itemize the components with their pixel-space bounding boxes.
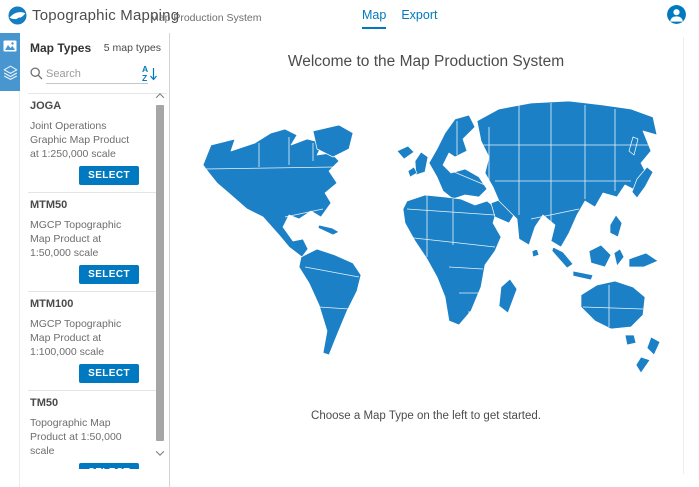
tab-map[interactable]: Map — [362, 8, 386, 29]
map-type-count: 5 map types — [104, 41, 161, 54]
select-button-row: SELECT — [30, 166, 139, 185]
search-icon — [30, 67, 43, 80]
tab-export[interactable]: Export — [401, 8, 437, 29]
select-button[interactable]: SELECT — [79, 463, 139, 469]
scrollbar-thumb[interactable] — [156, 105, 164, 441]
map-type-description: MGCP Topographic Map Product at 1:50,000… — [30, 218, 139, 260]
select-button-row: SELECT — [30, 265, 139, 284]
scrollbar-down-arrow[interactable] — [153, 447, 166, 459]
panel-title: Map Types — [30, 41, 91, 55]
instruction-text: Choose a Map Type on the left to get sta… — [171, 410, 681, 422]
svg-text:Z: Z — [142, 73, 147, 83]
user-avatar-icon[interactable] — [667, 5, 686, 24]
map-type-description: Topographic Map Product at 1:50,000 scal… — [30, 416, 139, 458]
world-map-graphic — [201, 95, 668, 387]
map-type-list-item: TM50 Topographic Map Product at 1:50,000… — [20, 391, 169, 469]
search-input[interactable] — [46, 64, 148, 84]
select-button-row: SELECT — [30, 364, 139, 383]
map-type-name: JOGA — [30, 100, 139, 112]
app-subtitle: Map Production System — [150, 12, 261, 24]
select-button[interactable]: SELECT — [79, 265, 139, 284]
app-window: Topographic Mapping Map Production Syste… — [0, 0, 699, 487]
select-button[interactable]: SELECT — [79, 364, 139, 383]
map-type-list: JOGA Joint Operations Graphic Map Produc… — [20, 94, 169, 469]
welcome-title: Welcome to the Map Production System — [171, 53, 681, 71]
map-preview-icon[interactable] — [2, 38, 18, 54]
map-type-list-item: JOGA Joint Operations Graphic Map Produc… — [20, 94, 169, 193]
map-type-description: MGCP Topographic Map Product at 1:100,00… — [30, 317, 139, 359]
app-logo-globe-icon — [8, 6, 27, 25]
map-types-header: Map Types 5 map types — [20, 33, 169, 60]
search-row: A Z — [20, 64, 169, 89]
header: Topographic Mapping Map Production Syste… — [0, 0, 699, 32]
select-button[interactable]: SELECT — [79, 166, 139, 185]
map-type-name: MTM50 — [30, 199, 139, 211]
map-type-name: TM50 — [30, 397, 139, 409]
map-type-name: MTM100 — [30, 298, 139, 310]
map-type-description: Joint Operations Graphic Map Product at … — [30, 119, 139, 161]
map-type-list-item: MTM50 MGCP Topographic Map Product at 1:… — [20, 193, 169, 292]
action-bar — [0, 33, 20, 91]
map-type-list-item: MTM100 MGCP Topographic Map Product at 1… — [20, 292, 169, 391]
select-button-row: SELECT — [30, 463, 139, 469]
scrollbar-up-arrow[interactable] — [153, 90, 166, 102]
sort-az-icon[interactable]: A Z — [141, 64, 158, 84]
map-types-panel: Map Types 5 map types A Z JOGA Joint Ope… — [20, 33, 170, 487]
header-tabs: Map Export — [362, 8, 437, 29]
layers-icon[interactable] — [2, 64, 18, 80]
main-content: Welcome to the Map Production System — [171, 33, 699, 487]
main-scroll-edge — [683, 37, 684, 474]
action-bar-column — [0, 33, 20, 487]
